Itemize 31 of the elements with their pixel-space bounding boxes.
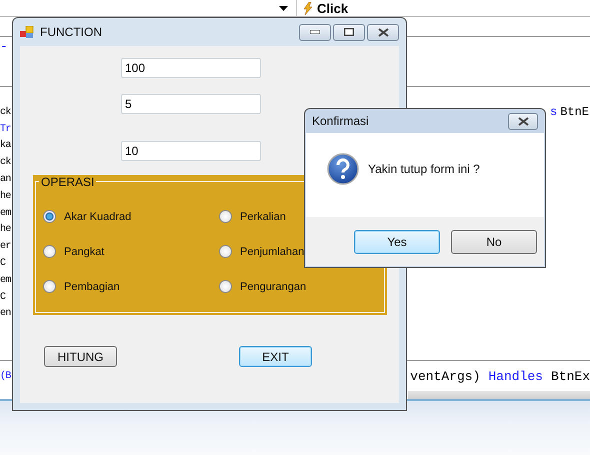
code-keyword: Handles [488, 368, 543, 384]
code-text: BtnEx [550, 368, 590, 384]
window-title: FUNCTION [40, 25, 103, 39]
dialog-message: Yakin tutup form ini ? [368, 162, 480, 176]
option-label: Perkalian [240, 210, 286, 222]
code-text: he [0, 190, 11, 202]
code-text: er [0, 241, 11, 252]
code-text: ventArgs) [410, 368, 480, 384]
code-text: he [0, 224, 11, 236]
code-text: (B [0, 370, 11, 382]
code-text: ck [0, 157, 11, 168]
option-label: Penjumlahan [240, 246, 304, 258]
code-text: Tr [0, 124, 11, 135]
code-text: an [0, 174, 11, 186]
code-text: em [0, 274, 11, 286]
code-text: ka [0, 140, 11, 152]
code-text: BtnE [560, 105, 589, 120]
option-label: Pembagian [64, 280, 120, 292]
option-label: Pengurangan [240, 280, 306, 292]
code-text: C [0, 292, 6, 303]
code-text: em [0, 208, 11, 219]
code-keyword: s [550, 105, 558, 120]
option-label: Akar Kuadrad [64, 210, 132, 222]
event-name: Click [317, 0, 348, 16]
option-label: Pangkat [64, 246, 104, 258]
code-text: ck [0, 106, 11, 118]
dialog-title: Konfirmasi [312, 114, 370, 128]
code-text: - [0, 39, 8, 54]
code-text: en [0, 308, 11, 320]
code-text: C [0, 258, 6, 270]
group-title: OPERASI [39, 175, 96, 189]
